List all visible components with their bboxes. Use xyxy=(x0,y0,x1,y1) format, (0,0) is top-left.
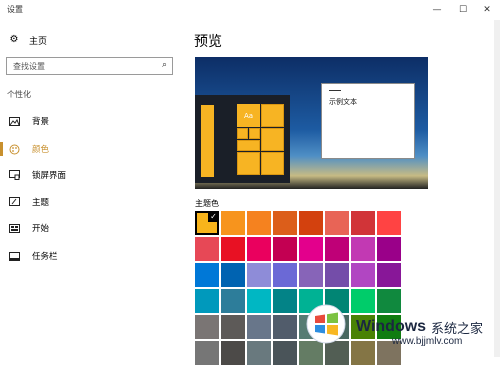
theme-icon xyxy=(8,196,20,208)
color-swatch[interactable] xyxy=(325,211,349,235)
minimize-button[interactable]: — xyxy=(424,0,450,20)
color-swatch[interactable] xyxy=(195,341,219,365)
sidebar-item-label: 任务栏 xyxy=(32,252,58,262)
color-swatch[interactable] xyxy=(221,315,245,339)
preview-tile-text: Aa xyxy=(243,111,254,120)
color-swatch[interactable] xyxy=(351,237,375,261)
preview-tile xyxy=(237,128,248,139)
start-icon xyxy=(8,222,20,234)
sidebar-item-home[interactable]: ⚙ 主页 xyxy=(8,33,48,47)
maximize-button[interactable]: ☐ xyxy=(450,0,476,20)
color-swatch[interactable] xyxy=(325,237,349,261)
palette-icon xyxy=(8,143,20,155)
sidebar-item-label: 背景 xyxy=(32,117,50,127)
search-icon[interactable]: ⌕ xyxy=(162,60,167,70)
color-swatch[interactable] xyxy=(377,237,401,261)
color-swatch[interactable] xyxy=(221,263,245,287)
color-swatch[interactable] xyxy=(377,211,401,235)
color-swatch[interactable] xyxy=(325,263,349,287)
taskbar-icon xyxy=(8,250,20,262)
watermark-brand: Windows xyxy=(356,318,427,335)
preview-tile xyxy=(237,152,260,175)
color-swatch[interactable] xyxy=(351,211,375,235)
color-swatch[interactable] xyxy=(299,263,323,287)
gear-icon: ⚙ xyxy=(9,34,19,45)
section-label: 个性化 xyxy=(7,90,31,99)
sidebar-item-lock-screen[interactable]: 锁屏界面 xyxy=(0,168,185,182)
color-swatch[interactable] xyxy=(195,263,219,287)
page-title: 预览 xyxy=(194,34,222,50)
color-swatch[interactable] xyxy=(273,263,297,287)
sidebar-item-taskbar[interactable]: 任务栏 xyxy=(0,249,185,263)
preview-tile xyxy=(237,140,260,151)
color-swatch[interactable] xyxy=(377,263,401,287)
color-swatch[interactable] xyxy=(195,237,219,261)
picture-icon xyxy=(8,115,20,127)
color-swatch[interactable] xyxy=(247,289,271,313)
sidebar-item-start[interactable]: 开始 xyxy=(0,221,185,235)
windows-logo-icon xyxy=(306,304,346,344)
color-swatch[interactable] xyxy=(351,263,375,287)
sidebar-item-themes[interactable]: 主题 xyxy=(0,195,185,209)
color-swatch[interactable] xyxy=(273,237,297,261)
color-swatch[interactable] xyxy=(247,263,271,287)
preview-tile xyxy=(261,152,284,175)
sidebar-item-background[interactable]: 背景 xyxy=(0,114,185,128)
color-swatch[interactable] xyxy=(221,341,245,365)
preview-window-bar xyxy=(329,90,341,91)
color-swatch[interactable] xyxy=(221,211,245,235)
preview-tile xyxy=(249,128,260,139)
color-swatch[interactable] xyxy=(247,211,271,235)
preview-tile xyxy=(261,128,284,151)
color-swatch[interactable] xyxy=(247,315,271,339)
preview-window: 示例文本 xyxy=(321,83,415,159)
sidebar-item-label: 颜色 xyxy=(32,145,50,155)
search-input[interactable]: 查找设置 ⌕ xyxy=(6,57,173,75)
color-swatch[interactable] xyxy=(299,211,323,235)
title-bar: 设置 — ☐ ✕ xyxy=(0,0,500,20)
watermark-url: www.bjjmlv.com xyxy=(392,336,463,347)
preview-sample-text: 示例文本 xyxy=(329,98,357,106)
color-swatch[interactable] xyxy=(247,237,271,261)
color-swatch[interactable] xyxy=(299,237,323,261)
color-swatch[interactable]: ✓ xyxy=(195,211,219,235)
sidebar-item-label: 锁屏界面 xyxy=(32,171,67,181)
watermark-tagline: 系统之家 xyxy=(431,322,484,337)
lock-screen-icon xyxy=(8,169,20,181)
close-button[interactable]: ✕ xyxy=(474,0,500,20)
color-swatch[interactable] xyxy=(221,289,245,313)
sidebar-item-label: 开始 xyxy=(32,224,50,234)
color-swatch[interactable] xyxy=(273,315,297,339)
check-icon: ✓ xyxy=(208,211,219,222)
color-swatch[interactable] xyxy=(273,211,297,235)
color-swatch[interactable] xyxy=(195,289,219,313)
color-swatch[interactable] xyxy=(273,289,297,313)
color-swatch[interactable] xyxy=(195,315,219,339)
preview-tile xyxy=(261,104,284,127)
window-title: 设置 xyxy=(7,5,23,14)
color-swatch[interactable] xyxy=(221,237,245,261)
sidebar-item-label: 主题 xyxy=(32,198,50,208)
accent-color-label: 主题色 xyxy=(195,199,219,208)
color-swatch[interactable] xyxy=(273,341,297,365)
color-swatch[interactable] xyxy=(247,341,271,365)
search-placeholder: 查找设置 xyxy=(13,62,45,71)
theme-preview: Aa 示例文本 xyxy=(195,57,428,189)
sidebar-item-label: 主页 xyxy=(29,36,48,47)
watermark: Windows 系统之家 www.bjjmlv.com xyxy=(296,296,500,357)
preview-start-strip xyxy=(201,105,214,177)
sidebar-item-colors[interactable]: 颜色 xyxy=(0,142,185,156)
